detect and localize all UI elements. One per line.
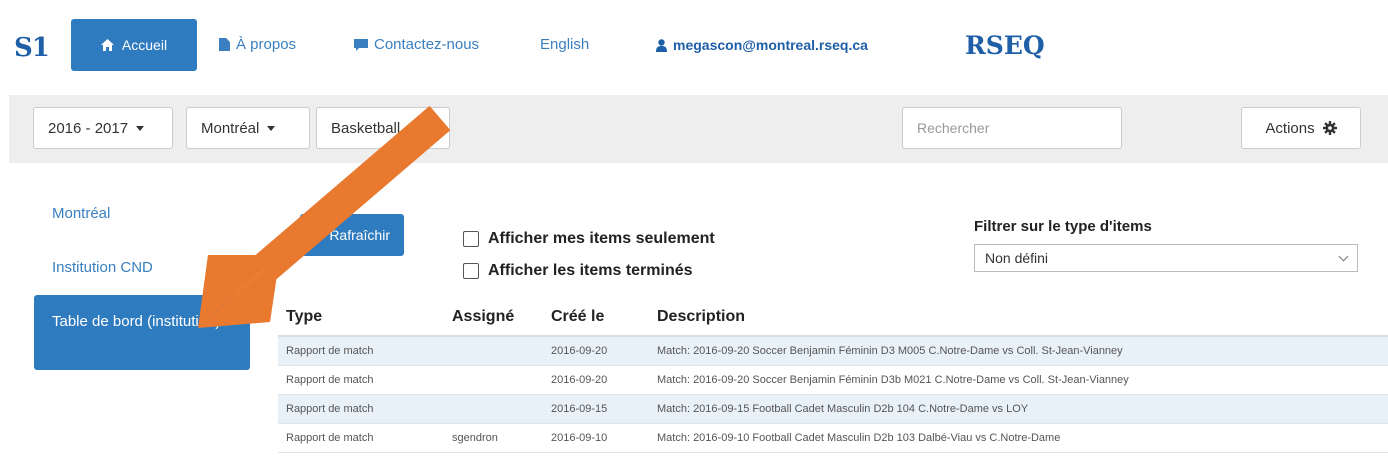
cell-assigned: sgendron <box>452 432 498 444</box>
checkbox-box[interactable] <box>463 231 479 247</box>
show-my-items-checkbox[interactable]: Afficher mes items seulement <box>463 230 715 248</box>
language-label: English <box>540 36 590 53</box>
show-done-items-checkbox[interactable]: Afficher les items terminés <box>463 262 693 280</box>
cell-description: Match: 2016-09-15 Football Cadet Masculi… <box>657 403 1029 415</box>
chat-icon <box>354 38 368 51</box>
home-icon <box>100 39 114 51</box>
cell-description: Match: 2016-09-20 Soccer Benjamin Fémini… <box>657 345 1123 357</box>
cell-created: 2016-09-20 <box>551 345 608 357</box>
cell-type: Rapport de match <box>286 432 374 444</box>
type-filter-value: Non défini <box>985 250 1049 266</box>
checkbox-box[interactable] <box>463 263 479 279</box>
items-table: Type Assigné Créé le Description Rapport… <box>278 299 1388 453</box>
user-icon <box>656 38 667 52</box>
top-navbar: S1 Accueil À propos Contactez-nous Engli… <box>0 0 1388 90</box>
region-value: Montréal <box>201 119 260 137</box>
cell-type: Rapport de match <box>286 374 374 386</box>
column-header-created[interactable]: Créé le <box>543 308 649 326</box>
season-dropdown[interactable]: 2016 - 2017 <box>33 107 173 149</box>
show-done-items-label: Afficher les items terminés <box>488 262 693 279</box>
season-value: 2016 - 2017 <box>48 119 129 137</box>
table-header: Type Assigné Créé le Description <box>278 299 1388 337</box>
about-link[interactable]: À propos <box>219 36 296 53</box>
filter-bar: 2016 - 2017 Montréal Basketball Actions <box>9 95 1388 163</box>
cell-created: 2016-09-10 <box>551 432 608 444</box>
sidebar-item-montreal[interactable]: Montréal <box>52 205 110 222</box>
sport-value: Basketball <box>331 119 401 137</box>
home-button[interactable]: Accueil <box>71 19 197 71</box>
sport-dropdown[interactable]: Basketball <box>316 107 450 149</box>
contact-label: Contactez-nous <box>374 36 480 53</box>
contact-link[interactable]: Contactez-nous <box>354 36 479 53</box>
cell-created: 2016-09-20 <box>551 374 608 386</box>
region-dropdown[interactable]: Montréal <box>186 107 310 149</box>
search-input[interactable] <box>902 107 1122 149</box>
about-label: À propos <box>236 36 297 53</box>
sidebar-item-dashboard[interactable]: Table de bord (institution) <box>34 295 250 370</box>
cell-description: Match: 2016-09-10 Football Cadet Masculi… <box>657 432 1061 444</box>
user-account-link[interactable]: megascon@montreal.rseq.ca <box>656 37 868 53</box>
cell-type: Rapport de match <box>286 345 374 357</box>
home-label: Accueil <box>121 37 168 53</box>
column-header-description[interactable]: Description <box>649 308 1388 326</box>
sidebar-item-institution[interactable]: Institution CND <box>52 259 153 276</box>
cell-type: Rapport de match <box>286 403 374 415</box>
cell-created: 2016-09-15 <box>551 403 608 415</box>
chevron-down-icon <box>1338 251 1349 261</box>
cell-description: Match: 2016-09-20 Soccer Benjamin Fémini… <box>657 374 1129 386</box>
caret-down-icon <box>267 125 276 131</box>
caret-down-icon <box>136 125 145 131</box>
gear-icon <box>1322 121 1337 135</box>
table-row[interactable]: Rapport de match 2016-09-20 Match: 2016-… <box>278 366 1388 395</box>
table-row[interactable]: Rapport de match 2016-09-15 Match: 2016-… <box>278 395 1388 424</box>
document-icon <box>219 38 230 51</box>
column-header-assigned[interactable]: Assigné <box>444 308 543 326</box>
type-filter-select[interactable]: Non défini <box>974 244 1358 272</box>
user-email: megascon@montreal.rseq.ca <box>673 37 868 53</box>
actions-button[interactable]: Actions <box>1241 107 1361 149</box>
type-filter-label: Filtrer sur le type d'items <box>974 218 1152 235</box>
actions-label: Actions <box>1265 119 1315 137</box>
refresh-label: Rafraîchir <box>329 227 390 243</box>
s1-logo[interactable]: S1 <box>14 33 50 63</box>
show-my-items-label: Afficher mes items seulement <box>488 230 715 247</box>
column-header-type[interactable]: Type <box>278 308 444 326</box>
language-link[interactable]: English <box>540 36 589 53</box>
rseq-logo: RSEQ <box>965 31 1045 60</box>
table-row[interactable]: Rapport de match 2016-09-20 Match: 2016-… <box>278 337 1388 366</box>
table-row[interactable]: Rapport de match sgendron 2016-09-10 Mat… <box>278 424 1388 453</box>
refresh-button[interactable]: Rafraîchir <box>300 214 404 256</box>
